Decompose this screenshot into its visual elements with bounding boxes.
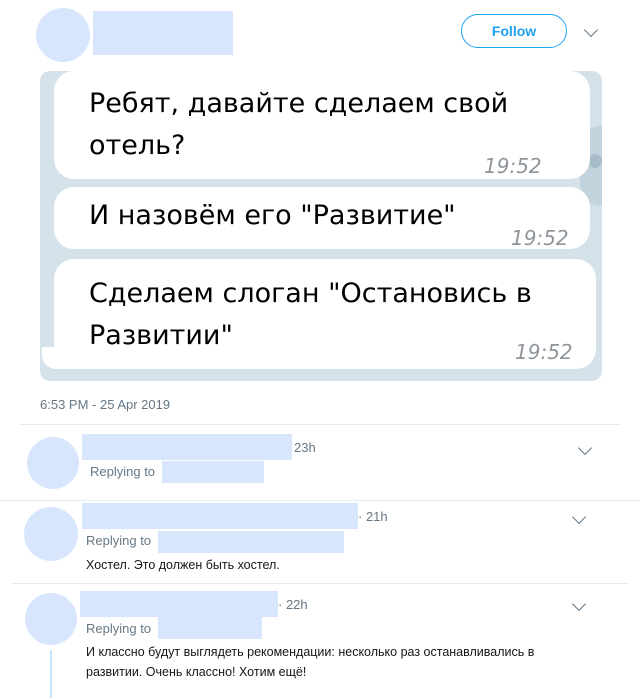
thread-line (50, 650, 52, 698)
divider (20, 424, 620, 425)
reply-3-replying-handle-redacted[interactable] (158, 617, 262, 639)
chat-message-3-line1: Сделаем слоган "Остановись в (89, 278, 532, 309)
chat-message-3: Сделаем слоган "Остановись в Развитии" 1… (54, 259, 596, 369)
chat-message-2-text: И назовём его "Развитие" (89, 200, 456, 231)
reply-1-replying-to: Replying to (90, 464, 156, 479)
divider (0, 500, 640, 501)
chevron-down-icon[interactable] (571, 509, 587, 525)
author-avatar[interactable] (36, 8, 90, 62)
chevron-down-icon[interactable] (583, 22, 599, 38)
chat-message-1-line1: Ребят, давайте сделаем свой (89, 88, 509, 119)
reply-2-text: Хостел. Это должен быть хостел. (86, 558, 280, 572)
follow-button[interactable]: Follow (461, 14, 567, 48)
chat-message-3-time: 19:52 (515, 340, 573, 364)
reply-2-replying-to: Replying to (86, 533, 152, 548)
chat-message-2-time: 19:52 (511, 226, 569, 250)
reply-1-time[interactable]: 23h (294, 440, 316, 455)
chat-message-1: Ребят, давайте сделаем свой отель? 19:52 (54, 71, 590, 179)
reply-1-avatar[interactable] (27, 437, 79, 489)
reply-3-avatar[interactable] (25, 593, 77, 645)
reply-1-name-redacted[interactable] (82, 434, 292, 460)
reply-3-replying-to: Replying to (86, 621, 152, 636)
reply-3-text-line1: И классно будут выглядеть рекомендации: … (86, 645, 535, 659)
reply-2-avatar[interactable] (24, 507, 78, 561)
divider (12, 583, 628, 584)
reply-3-text-line2: развитии. Очень классно! Хотим ещё! (86, 665, 307, 679)
reply-2-replying-handle-redacted[interactable] (158, 531, 344, 553)
reply-3-name-redacted[interactable] (80, 591, 278, 617)
reply-2-time[interactable]: · 21h (358, 509, 388, 524)
chat-message-3-line2: Развитии" (89, 320, 233, 351)
reply-2-name-redacted[interactable] (82, 503, 358, 529)
chat-message-1-line2: отель? (89, 130, 186, 161)
author-name-redacted[interactable] (93, 11, 233, 55)
chevron-down-icon[interactable] (571, 596, 587, 612)
tweet-timestamp[interactable]: 6:53 PM - 25 Apr 2019 (40, 397, 170, 412)
reply-3-time[interactable]: · 22h (278, 597, 308, 612)
chat-message-2: И назовём его "Развитие" 19:52 (54, 187, 590, 250)
reply-1-replying-handle-redacted[interactable] (162, 461, 264, 483)
chat-message-1-time: 19:52 (484, 154, 542, 178)
chevron-down-icon[interactable] (577, 440, 593, 456)
chat-screenshot-image: Ребят, давайте сделаем свой отель? 19:52… (40, 71, 602, 381)
